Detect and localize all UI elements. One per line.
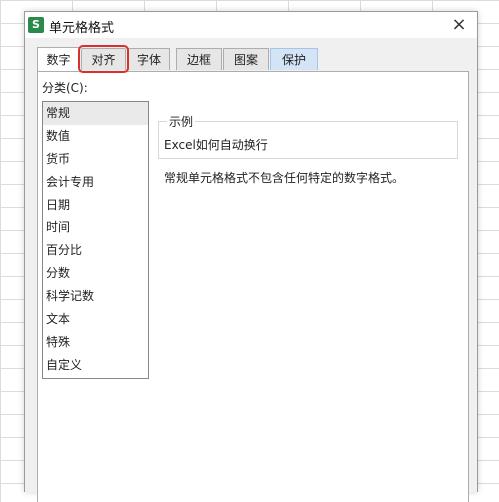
category-item-special[interactable]: 特殊 — [43, 331, 148, 354]
category-label: 分类(C): — [42, 81, 88, 95]
title-bar: S 单元格格式 × — [25, 12, 477, 38]
category-item-general[interactable]: 常规 — [43, 102, 148, 125]
tab-number[interactable]: 数字 — [37, 47, 80, 71]
category-item-fraction[interactable]: 分数 — [43, 262, 148, 285]
sample-group: 示例 Excel如何自动换行 — [158, 113, 458, 159]
category-item-text[interactable]: 文本 — [43, 308, 148, 331]
tab-protection[interactable]: 保护 — [270, 48, 318, 70]
spreadsheet-app-icon: S — [28, 17, 44, 33]
category-item-custom[interactable]: 自定义 — [43, 354, 148, 377]
sample-legend: 示例 — [167, 113, 196, 130]
category-item-currency[interactable]: 货币 — [43, 148, 148, 171]
tab-border[interactable]: 边框 — [176, 48, 222, 70]
dialog-title: 单元格格式 — [49, 21, 115, 36]
tab-alignment[interactable]: 对齐 — [78, 45, 129, 73]
category-list[interactable]: 常规 数值 货币 会计专用 日期 时间 百分比 分数 科学记数 文本 特殊 自定… — [42, 101, 149, 379]
category-item-scientific[interactable]: 科学记数 — [43, 285, 148, 308]
tab-font[interactable]: 字体 — [128, 48, 170, 70]
close-icon[interactable]: × — [447, 14, 471, 36]
category-item-percentage[interactable]: 百分比 — [43, 239, 148, 262]
sample-value: Excel如何自动换行 — [164, 138, 268, 152]
category-item-number[interactable]: 数值 — [43, 125, 148, 148]
tab-pattern[interactable]: 图案 — [223, 48, 269, 70]
category-item-accounting[interactable]: 会计专用 — [43, 171, 148, 194]
format-description: 常规单元格格式不包含任何特定的数字格式。 — [164, 171, 405, 185]
format-cells-dialog: S 单元格格式 × 数字 对齐 字体 边框 图案 保护 分类(C): 常规 数值… — [24, 11, 478, 502]
category-item-date[interactable]: 日期 — [43, 194, 148, 217]
category-item-time[interactable]: 时间 — [43, 216, 148, 239]
number-tab-panel: 分类(C): 常规 数值 货币 会计专用 日期 时间 百分比 分数 科学记数 文… — [37, 71, 469, 502]
